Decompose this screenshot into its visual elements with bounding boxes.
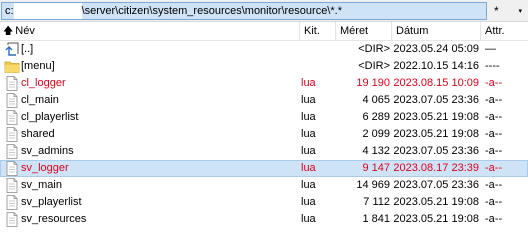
file-icon bbox=[4, 93, 20, 108]
file-name: sv_playerlist bbox=[21, 196, 82, 208]
file-name: sv_resources bbox=[21, 213, 87, 225]
column-header-attr[interactable]: Attr. bbox=[481, 22, 528, 41]
file-attr: — bbox=[485, 43, 496, 55]
arrow-up-icon: 🡅 bbox=[3, 26, 14, 37]
file-row[interactable]: cl_logger lua 19 190 2023.08.15 10:09 -a-- bbox=[0, 75, 528, 92]
file-attr: -a-- bbox=[485, 213, 503, 225]
file-icon bbox=[4, 178, 20, 193]
file-attr: -a-- bbox=[485, 196, 503, 208]
file-ext: lua bbox=[301, 162, 316, 174]
file-icon bbox=[4, 127, 20, 142]
file-size: 4 065 bbox=[362, 94, 390, 106]
file-name: sv_logger bbox=[21, 162, 69, 174]
file-ext: lua bbox=[301, 145, 316, 157]
column-header-date[interactable]: Dátum bbox=[392, 22, 481, 41]
chevron-down-icon: ▾ bbox=[518, 8, 522, 15]
file-name: shared bbox=[21, 128, 55, 140]
file-size: <DIR> bbox=[358, 43, 390, 55]
file-date: 2023.05.21 19:08 bbox=[393, 213, 479, 225]
file-name: sv_admins bbox=[21, 145, 74, 157]
file-name: cl_logger bbox=[21, 77, 66, 89]
file-icon bbox=[4, 76, 20, 91]
file-attr: -a-- bbox=[485, 128, 503, 140]
file-row[interactable]: sv_main lua 14 969 2023.07.05 23:36 -a-- bbox=[0, 177, 528, 194]
file-size: 6 289 bbox=[362, 111, 390, 123]
file-size: 7 112 bbox=[363, 196, 390, 208]
file-ext: lua bbox=[301, 111, 316, 123]
file-date: 2023.08.15 10:09 bbox=[393, 77, 479, 89]
path-drive: c: bbox=[5, 5, 14, 17]
path-text: \server\citizen\system_resources\monitor… bbox=[81, 5, 342, 17]
file-size: <DIR> bbox=[358, 60, 390, 72]
file-name: [..] bbox=[21, 43, 34, 55]
file-icon bbox=[4, 144, 20, 159]
file-date: 2023.08.17 23:39 bbox=[393, 162, 479, 174]
path-field[interactable]: c: \server\citizen\system_resources\moni… bbox=[1, 2, 487, 20]
file-row[interactable]: [menu] <DIR> 2022.10.15 14:16 ---- bbox=[0, 58, 528, 75]
column-header-name-label: Név bbox=[15, 25, 35, 37]
file-size: 4 132 bbox=[362, 145, 390, 157]
file-date: 2022.10.15 14:16 bbox=[393, 60, 479, 72]
column-header-ext[interactable]: Kit. bbox=[300, 22, 336, 41]
column-header-size[interactable]: Méret bbox=[336, 22, 392, 41]
file-date: 2023.05.21 19:08 bbox=[393, 111, 479, 123]
file-date: 2023.07.05 23:36 bbox=[393, 145, 479, 157]
file-size: 19 190 bbox=[356, 77, 390, 89]
column-header-name[interactable]: 🡅 Név bbox=[0, 22, 300, 41]
column-header: 🡅 Név Kit. Méret Dátum Attr. bbox=[0, 22, 528, 41]
file-icon bbox=[4, 212, 20, 227]
file-date: 2023.05.24 05:09 bbox=[393, 43, 479, 55]
file-name: sv_main bbox=[21, 179, 62, 191]
file-row[interactable]: sv_admins lua 4 132 2023.07.05 23:36 -a-- bbox=[0, 143, 528, 160]
file-date: 2023.07.05 23:36 bbox=[393, 179, 479, 191]
file-date: 2023.07.05 23:36 bbox=[393, 94, 479, 106]
file-row[interactable]: sv_resources lua 1 841 2023.05.21 19:08 -a-- bbox=[0, 211, 528, 228]
file-size: 1 841 bbox=[362, 213, 390, 225]
folder-icon bbox=[4, 59, 20, 74]
path-redacted-segment bbox=[13, 3, 82, 19]
file-ext: lua bbox=[301, 77, 316, 89]
file-row[interactable]: cl_playerlist lua 6 289 2023.05.21 19:08 -a-… bbox=[0, 109, 528, 126]
file-attr: -a-- bbox=[485, 111, 503, 123]
file-attr: -a-- bbox=[485, 145, 503, 157]
filter-dropdown[interactable]: * ▾ bbox=[490, 2, 526, 20]
file-name: cl_main bbox=[21, 94, 59, 106]
file-row[interactable]: cl_main lua 4 065 2023.07.05 23:36 -a-- bbox=[0, 92, 528, 109]
file-row[interactable]: [..] <DIR> 2023.05.24 05:09 — bbox=[0, 41, 528, 58]
file-row[interactable]: sv_logger lua 9 147 2023.08.17 23:39 -a-- bbox=[0, 160, 528, 177]
file-ext: lua bbox=[301, 179, 316, 191]
file-size: 14 969 bbox=[356, 179, 390, 191]
file-attr: -a-- bbox=[485, 94, 503, 106]
file-ext: lua bbox=[301, 196, 316, 208]
file-list: [..] <DIR> 2023.05.24 05:09— [menu] <DIR> 202… bbox=[0, 41, 528, 228]
file-attr: -a-- bbox=[485, 77, 503, 89]
path-bar: c: \server\citizen\system_resources\moni… bbox=[0, 0, 528, 22]
file-ext: lua bbox=[301, 128, 316, 140]
file-icon bbox=[4, 195, 20, 210]
file-row[interactable]: sv_playerlist lua 7 112 2023.05.21 19:08 -a-… bbox=[0, 194, 528, 211]
file-row[interactable]: shared lua 2 099 2023.05.21 19:08 -a-- bbox=[0, 126, 528, 143]
file-attr: -a-- bbox=[485, 162, 503, 174]
file-name: cl_playerlist bbox=[21, 111, 79, 123]
file-ext bbox=[300, 58, 334, 75]
file-date: 2023.05.21 19:08 bbox=[393, 196, 479, 208]
file-size: 9 147 bbox=[362, 162, 390, 174]
file-name: [menu] bbox=[21, 60, 55, 72]
file-size: 2 099 bbox=[362, 128, 390, 140]
filter-label: * bbox=[494, 4, 499, 18]
file-ext: lua bbox=[301, 94, 316, 106]
file-attr: ---- bbox=[485, 60, 500, 72]
file-ext bbox=[300, 41, 334, 58]
file-icon bbox=[4, 110, 20, 125]
file-date: 2023.05.21 19:08 bbox=[393, 128, 479, 140]
file-attr: -a-- bbox=[485, 179, 503, 191]
file-icon bbox=[4, 161, 20, 176]
file-ext: lua bbox=[301, 213, 316, 225]
up-folder-icon bbox=[4, 42, 20, 57]
